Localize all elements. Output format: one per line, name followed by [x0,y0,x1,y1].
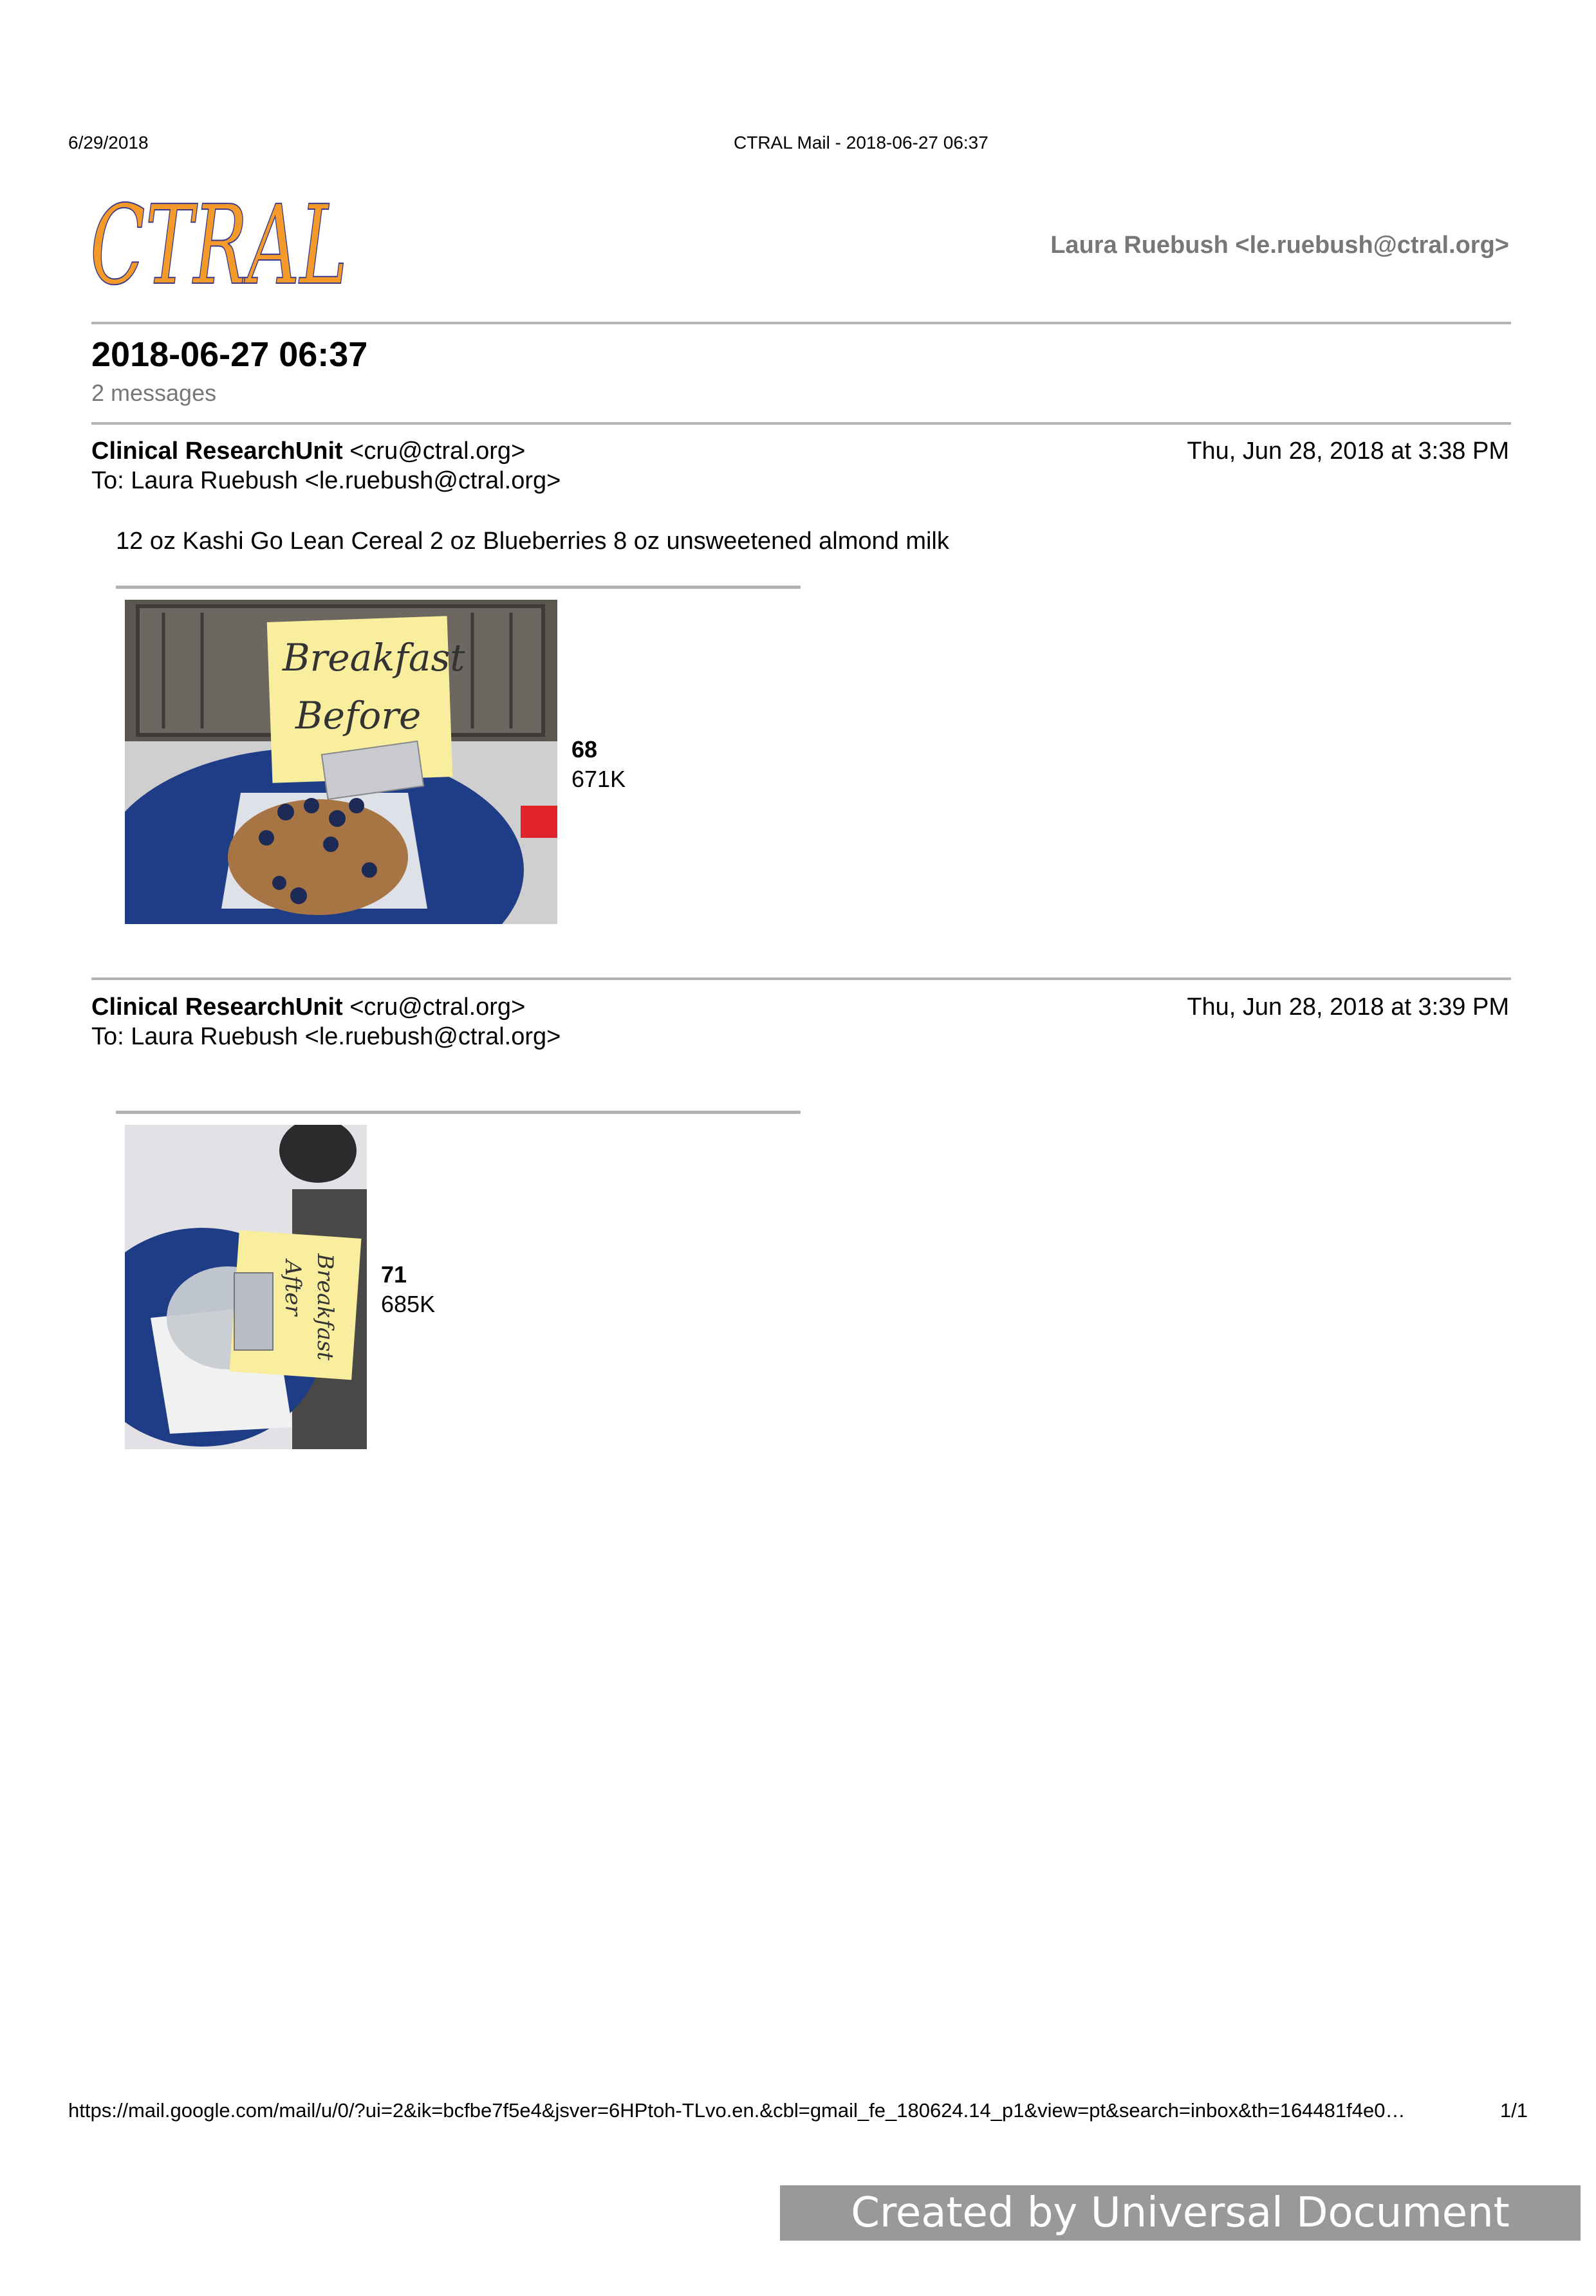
page-number: 1/1 [1499,2099,1528,2122]
message-count: 2 messages [91,380,217,406]
account-label: Laura Ruebush <le.ruebush@ctral.org> [1050,232,1509,259]
breakfast-after-photo: Breakfast After [125,1125,367,1449]
message-date: Thu, Jun 28, 2018 at 3:38 PM [1187,438,1509,465]
ctral-logo: CTRAL [89,187,348,302]
divider [91,322,1511,324]
divider [91,977,1511,980]
note-line: After [280,1258,306,1317]
sender-email[interactable]: <cru@ctral.org> [343,994,525,1021]
message-recipient: To: Laura Ruebush <le.ruebush@ctral.org> [91,467,561,494]
attachment-name[interactable]: 68 [571,736,597,763]
attachment-name[interactable]: 71 [381,1261,407,1288]
sender-name: Clinical ResearchUnit [91,994,343,1021]
attachment-size: 671K [571,766,626,792]
message-sender: Clinical ResearchUnit <cru@ctral.org> [91,438,525,465]
attachment-size: 685K [381,1291,436,1317]
breakfast-before-photo: Breakfast Before [125,600,557,924]
print-url: https://mail.google.com/mail/u/0/?ui=2&i… [68,2099,1406,2122]
note-line: Breakfast [312,1253,338,1361]
thread-title: 2018-06-27 06:37 [91,335,368,374]
attachment-image[interactable]: Breakfast After [125,1125,367,1449]
attachment-divider [116,586,801,589]
logo-text: CTRAL [90,187,348,302]
sender-name: Clinical ResearchUnit [91,438,343,465]
note-line: Breakfast [282,636,465,680]
attachment-image[interactable]: Breakfast Before [125,600,557,924]
message-body: 12 oz Kashi Go Lean Cereal 2 oz Blueberr… [116,528,949,555]
note-line: Before [295,694,421,737]
attachment-divider [116,1111,801,1114]
message-sender: Clinical ResearchUnit <cru@ctral.org> [91,994,525,1021]
message-date: Thu, Jun 28, 2018 at 3:39 PM [1187,994,1509,1021]
converter-watermark: Created by Universal Document Converter [780,2185,1581,2292]
message-recipient: To: Laura Ruebush <le.ruebush@ctral.org> [91,1023,561,1050]
sender-email[interactable]: <cru@ctral.org> [343,438,525,465]
print-date: 6/29/2018 [68,133,149,153]
print-title: CTRAL Mail - 2018-06-27 06:37 [734,133,988,153]
divider [91,422,1511,425]
